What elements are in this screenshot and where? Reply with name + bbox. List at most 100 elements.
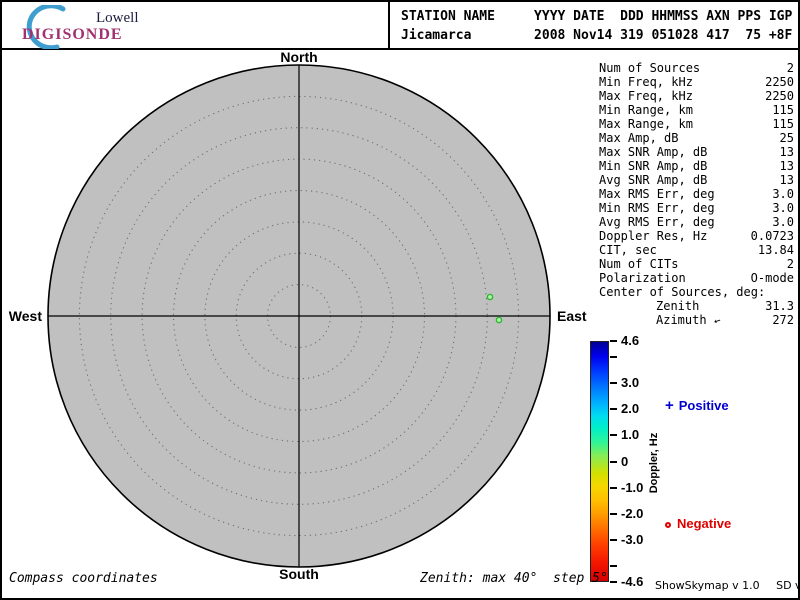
station-header-values: Jicamarca 2008 Nov14 319 051028 417 75 +… xyxy=(401,28,793,43)
compass-label-south: South xyxy=(279,566,319,582)
stats-row-label: Polarization xyxy=(599,271,686,285)
stats-row-value: 115 xyxy=(772,103,794,117)
lowell-digisonde-logo: Lowell DIGISONDE xyxy=(18,4,178,49)
colorbar-minor-tick xyxy=(610,355,617,358)
colorbar-tick-label: -3.0 xyxy=(621,532,644,548)
stats-row: Max Amp, dB 25 xyxy=(599,131,794,145)
stats-row: Avg SNR Amp, dB 13 xyxy=(599,173,794,187)
stats-row-label: Max Range, km xyxy=(599,117,693,131)
stats-row-value: 2 xyxy=(786,61,794,75)
stats-row-label: Min SNR Amp, dB xyxy=(599,159,708,173)
colorbar-tick-label: -1.0 xyxy=(621,479,644,495)
colorbar-tick xyxy=(610,381,617,384)
compass-label-north: North xyxy=(280,49,318,65)
colorbar-tick-label: -4.6 xyxy=(621,574,644,589)
stats-row-label: Min Freq, kHz xyxy=(599,75,693,89)
stats-row-value: 3.0 xyxy=(772,187,794,201)
colorbar-title: Doppler, Hz xyxy=(648,432,660,494)
stats-row-label: Doppler Res, Hz xyxy=(599,229,708,243)
stats-row: Num of Sources 2 xyxy=(599,61,794,75)
colorbar-tick xyxy=(610,512,617,515)
colorbar-tick xyxy=(610,460,617,463)
stats-row-label: Avg RMS Err, deg xyxy=(599,215,715,229)
colorbar-bar xyxy=(590,341,609,582)
stats-row: Max SNR Amp, dB 13 xyxy=(599,145,794,159)
colorbar-minor-tick xyxy=(610,565,617,568)
stats-row-value: 13 xyxy=(779,173,794,187)
colorbar-tick xyxy=(610,408,617,411)
legend-positive-label: Positive xyxy=(678,398,729,413)
stats-row: Num of CITs 2 xyxy=(599,257,794,271)
stats-row-value: 25 xyxy=(779,131,794,145)
stats-row: Avg RMS Err, deg 3.0 xyxy=(599,215,794,229)
stats-row-label: Min Range, km xyxy=(599,103,693,117)
colorbar-tick xyxy=(610,539,617,542)
stats-row-value: 2 xyxy=(786,257,794,271)
stats-row-label: Max Freq, kHz xyxy=(599,89,693,103)
colorbar-tick xyxy=(610,486,617,489)
stats-row-value: O-mode xyxy=(750,271,794,285)
stats-row-label: Max Amp, dB xyxy=(599,131,679,145)
measurement-stats-panel: Num of Sources 2 Min Freq, kHz 2250 Max Freq… xyxy=(599,61,794,328)
stats-row-label: Zenith xyxy=(656,299,700,313)
stats-row-value: 3.0 xyxy=(772,201,794,215)
stats-row-label: Max RMS Err, deg xyxy=(599,187,715,201)
stats-row-label: Min RMS Err, deg xyxy=(599,201,715,215)
stats-row: Max Freq, kHz 2250 xyxy=(599,89,794,103)
stats-row-label: Azimuth ← xyxy=(656,313,722,328)
legend-positive: + Positive xyxy=(665,397,729,414)
legend-negative: Negative xyxy=(665,516,731,531)
stats-row-value: 2250 xyxy=(765,89,794,103)
stats-row: Zenith 31.3 xyxy=(599,299,794,313)
azimuth-direction-arrow: ← xyxy=(711,313,722,328)
station-header-columns: STATION NAME YYYY DATE DDD HHMMSS AXN PP… xyxy=(401,9,793,24)
stats-row-value: 3.0 xyxy=(772,215,794,229)
stats-row-value: 272 xyxy=(772,313,794,327)
stats-row-value: 115 xyxy=(772,117,794,131)
colorbar-tick xyxy=(610,434,617,437)
colorbar-tick-label: 4.6 xyxy=(621,333,640,348)
stats-row: Min Freq, kHz 2250 xyxy=(599,75,794,89)
coordinates-note: Compass coordinates xyxy=(9,571,158,586)
header-divider xyxy=(388,2,390,48)
colorbar-tick-label: 3.0 xyxy=(621,374,640,390)
zenith-scale-note: Zenith: max 40° step 5° xyxy=(420,571,608,586)
skymap-plot xyxy=(47,64,551,568)
colorbar-tick xyxy=(610,581,617,583)
circle-icon xyxy=(665,522,671,528)
stats-row: Min SNR Amp, dB 13 xyxy=(599,159,794,173)
stats-row-label: Center of Sources, deg: xyxy=(599,285,766,299)
colorbar-tick-label: 0 xyxy=(621,453,629,469)
header-bar: Lowell DIGISONDE STATION NAME YYYY DATE … xyxy=(2,2,798,50)
stats-row: Azimuth ← 272 xyxy=(599,313,794,328)
logo-text-digisonde: DIGISONDE xyxy=(22,26,123,43)
stats-row-label: CIT, sec xyxy=(599,243,657,257)
logo-text-lowell: Lowell xyxy=(96,10,139,26)
stats-row-value: 13.84 xyxy=(757,243,794,257)
stats-row: Max RMS Err, deg 3.0 xyxy=(599,187,794,201)
version-text: ShowSkymap v 1.0 SD v 4.2 xyxy=(655,579,798,592)
compass-label-east: East xyxy=(557,308,587,324)
stats-row: Max Range, km 115 xyxy=(599,117,794,131)
doppler-colorbar: 4.6 3.0 2.0 1.0 0 -1.0 -2.0 -3.0 -4.6 xyxy=(590,333,643,589)
stats-row-value: 2250 xyxy=(765,75,794,89)
stats-row: Min RMS Err, deg 3.0 xyxy=(599,201,794,215)
showskymap-window: Lowell DIGISONDE STATION NAME YYYY DATE … xyxy=(0,0,800,600)
stats-row-label: Num of Sources xyxy=(599,61,701,75)
stats-row: Polarization O-mode xyxy=(599,271,794,285)
station-header: STATION NAME YYYY DATE DDD HHMMSS AXN PP… xyxy=(401,7,792,45)
stats-row: Doppler Res, Hz 0.0723 xyxy=(599,229,794,243)
stats-row-label: Num of CITs xyxy=(599,257,679,271)
colorbar-tick-label: -2.0 xyxy=(621,505,644,521)
skymap-source-point xyxy=(486,293,494,301)
legend-negative-label: Negative xyxy=(677,516,732,531)
stats-row: Min Range, km 115 xyxy=(599,103,794,117)
colorbar-tick xyxy=(610,340,617,342)
compass-label-west: West xyxy=(8,308,42,324)
stats-row: Center of Sources, deg: xyxy=(599,285,794,299)
skymap-source-point xyxy=(495,316,503,324)
version-sd: SD v 4.2 xyxy=(776,579,798,592)
plus-icon: + xyxy=(665,397,674,414)
stats-row-value: 13 xyxy=(779,145,794,159)
stats-row: CIT, sec 13.84 xyxy=(599,243,794,257)
